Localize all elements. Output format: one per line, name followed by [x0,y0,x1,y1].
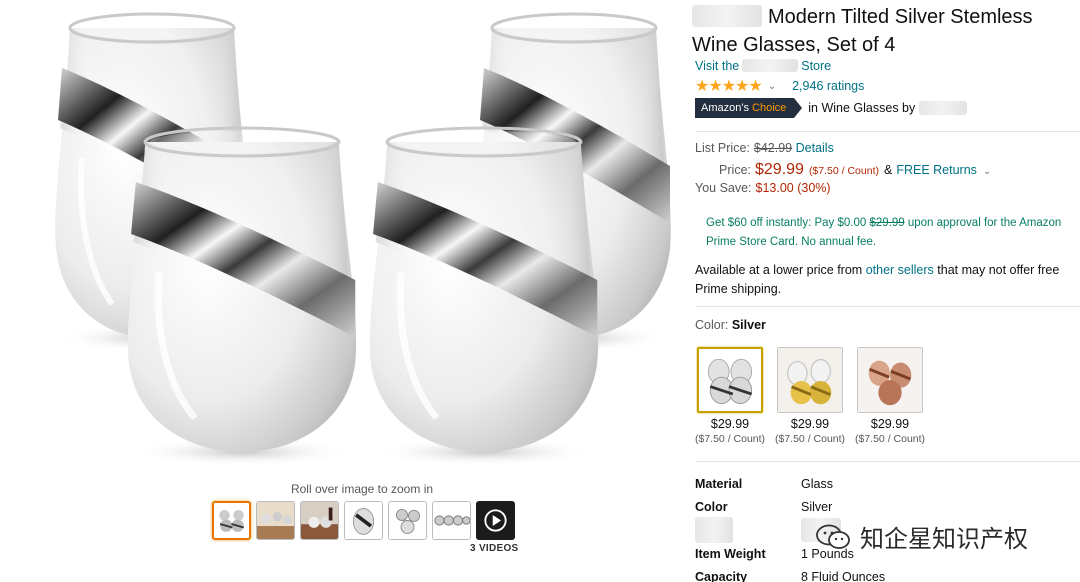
amazons-choice-badge[interactable]: Amazon's Choice [695,98,803,118]
watermark: 知企星知识产权 [816,519,1028,554]
redacted-store-name [742,59,799,73]
price-block: List Price: $42.99 Details Price: $29.99… [695,141,991,201]
wechat-icon [816,524,850,549]
lower-price-notice: Available at a lower price from other se… [695,263,1060,296]
other-sellers-link[interactable]: other sellers [866,263,934,277]
list-price: $42.99 [753,141,793,155]
price-per-count: ($7.50 / Count) [808,165,879,177]
thumbnail-strip [212,501,515,540]
redacted-key [695,517,733,543]
thumbnail-6[interactable] [432,501,471,540]
thumbnail-1[interactable] [212,501,251,540]
swatch-image[interactable] [857,347,923,413]
divider [695,461,1080,462]
wine-glasses-image[interactable] [0,0,680,478]
thumbnail-4[interactable] [344,501,383,540]
badge-context: in Wine Glasses by [808,101,916,115]
swatch-gold[interactable]: $29.99 ($7.50 / Count) [775,347,845,445]
star-rating-icon[interactable]: ★★★★★ [695,76,763,96]
spec-row: Capacity 8 Fluid Ounces [695,569,886,582]
list-price-row: List Price: $42.99 Details [695,141,834,155]
redacted-brand [692,4,762,27]
product-title: Modern Tilted Silver Stemless Wine Glass… [692,4,1033,56]
details-link[interactable]: Details [796,141,834,155]
amazons-choice-row: Amazon's Choice in Wine Glasses by [695,98,968,118]
selected-color: Silver [731,318,766,332]
ratings-count-link[interactable]: 2,946 ratings [792,79,864,93]
current-price: $29.99 [755,161,804,178]
savings-amount: $13.00 (30%) [755,181,831,195]
spec-row: Color Silver [695,499,833,514]
color-swatches: $29.99 ($7.50 / Count) $29.99 ($7.50 / C… [695,347,925,445]
thumbnail-5[interactable] [388,501,427,540]
free-returns-link[interactable]: FREE Returns [896,163,977,177]
color-selector-label: Color: Silver [695,318,766,332]
videos-count-label[interactable]: 3 VIDEOS [470,543,519,554]
swatch-image[interactable] [777,347,843,413]
swatch-image[interactable] [697,347,763,413]
chevron-down-icon[interactable]: ⌄ [983,166,991,177]
thumbnail-2[interactable] [256,501,295,540]
store-link[interactable]: Visit the Store [695,59,831,73]
spec-row: Material Glass [695,476,833,491]
prime-card-promo[interactable]: Get $60 off instantly: Pay $0.00 $29.99 … [706,214,1066,252]
price-row: Price: $29.99 ($7.50 / Count) & FREE Ret… [719,161,992,178]
product-main-image[interactable] [0,0,680,478]
zoom-hint: Roll over image to zoom in [290,482,434,496]
redacted-brand-name [919,101,968,115]
divider [695,306,1080,307]
video-thumbnail[interactable] [476,501,515,540]
swatch-silver[interactable]: $29.99 ($7.50 / Count) [695,347,765,445]
chevron-down-icon[interactable]: ⌄ [768,81,776,92]
thumbnail-3[interactable] [300,501,339,540]
divider [695,131,1080,132]
product-details-panel: Modern Tilted Silver Stemless Wine Glass… [692,0,1080,582]
rating-row: ★★★★★ ⌄ 2,946 ratings [695,76,864,96]
play-icon [477,502,514,539]
savings-row: You Save: $13.00 (30%) [695,181,831,195]
swatch-copper[interactable]: $29.99 ($7.50 / Count) [855,347,925,445]
